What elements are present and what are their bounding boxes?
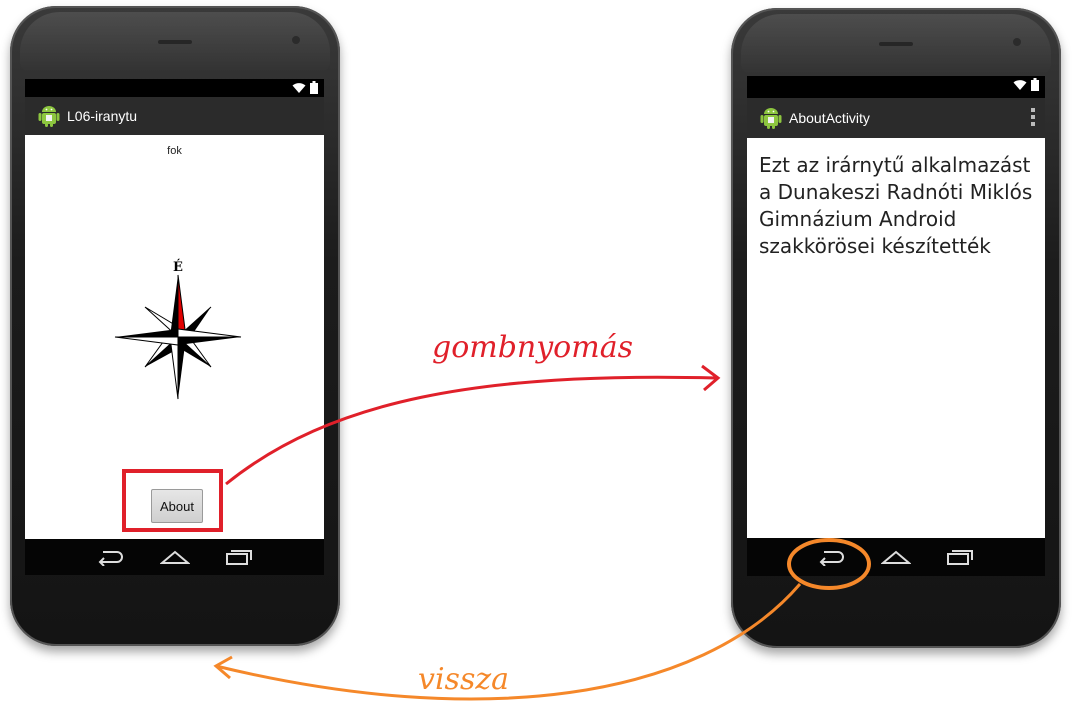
forward-label: gombnyomás [432, 330, 633, 365]
forward-arrow [225, 375, 717, 486]
about-highlight-box [122, 469, 223, 532]
back-highlight-ellipse [787, 538, 871, 590]
back-label: vissza [418, 662, 510, 697]
